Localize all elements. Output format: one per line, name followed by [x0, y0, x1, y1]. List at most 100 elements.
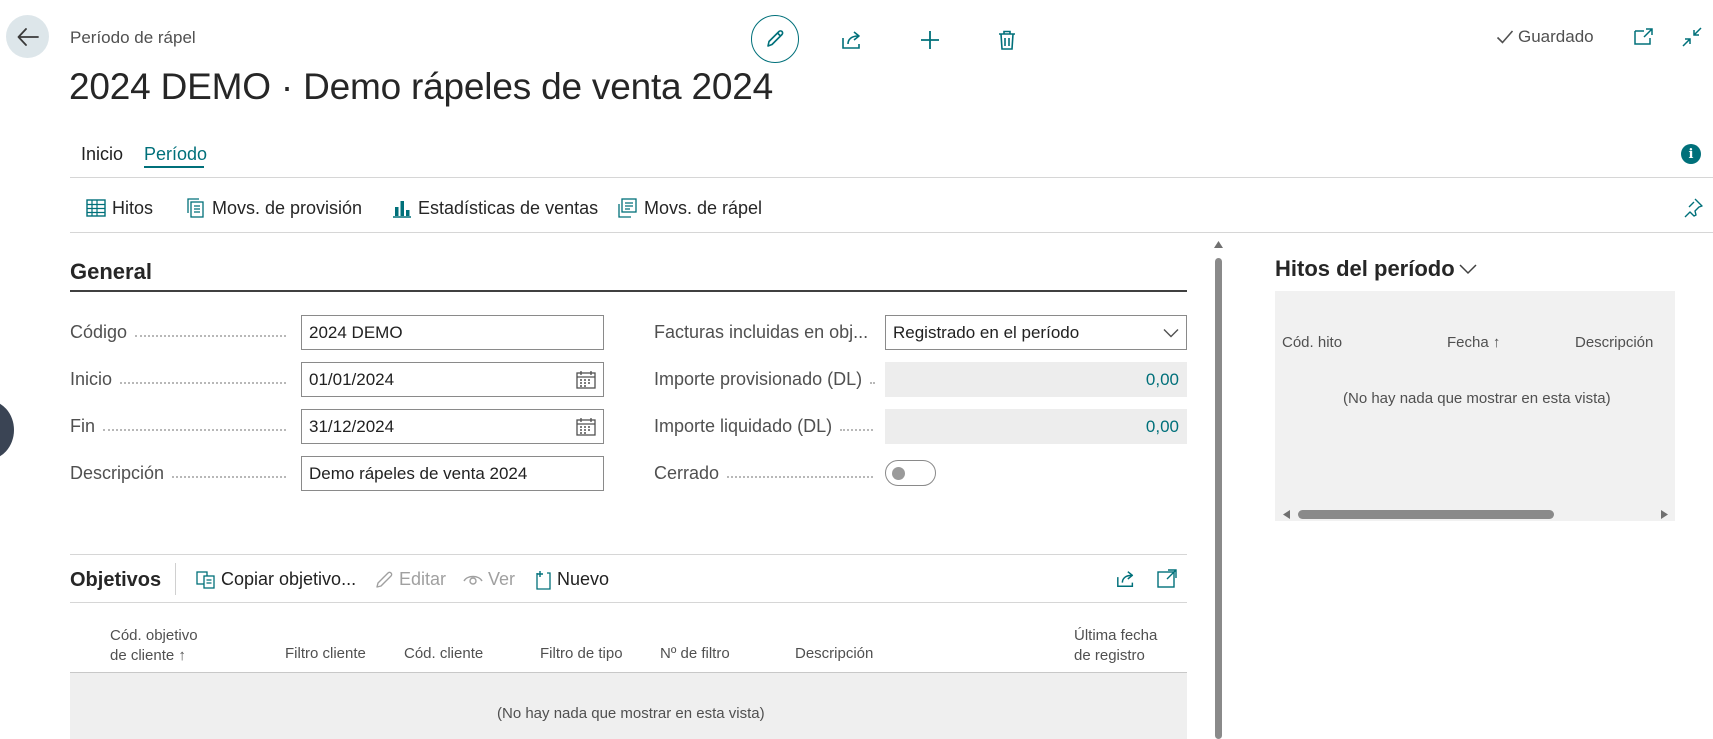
action-label: Movs. de provisión — [212, 197, 363, 218]
expand-icon — [1157, 569, 1177, 589]
field-label-fin: Fin — [70, 416, 294, 437]
factbox-empty-message: (No hay nada que mostrar en esta vista) — [1343, 390, 1611, 407]
field-label-codigo: Código — [70, 322, 294, 343]
field-label-inicio: Inicio — [70, 369, 294, 390]
back-button[interactable] — [6, 15, 49, 58]
share-icon — [840, 29, 864, 51]
chevron-down-icon — [1459, 263, 1477, 275]
objetivos-title: Objetivos — [70, 569, 162, 591]
ledger-entries-icon — [186, 198, 206, 218]
calendar-icon[interactable] — [576, 370, 596, 390]
scroll-right-arrow[interactable] — [1661, 510, 1668, 519]
side-panel-handle — [0, 400, 14, 460]
factbox-column-cod-hito[interactable]: Cód. hito — [1282, 333, 1342, 353]
divider — [70, 602, 1187, 603]
field-label-descripcion: Descripción — [70, 463, 294, 484]
factbox-panel: Cód. hito Fecha ↑ Descripción (No hay na… — [1275, 291, 1675, 521]
field-label-cerrado: Cerrado — [654, 463, 881, 484]
copy-icon — [196, 570, 216, 589]
action-label: Copiar objetivo... — [221, 569, 357, 589]
open-new-window-button[interactable] — [1627, 14, 1661, 60]
empty-message: (No hay nada que mostrar en esta vista) — [497, 705, 765, 722]
trash-icon — [997, 29, 1017, 51]
pin-button[interactable] — [1679, 194, 1707, 222]
action-movs-provision[interactable]: Movs. de provisión — [186, 196, 362, 220]
copiar-objetivo-button[interactable]: Copiar objetivo... — [196, 569, 356, 590]
active-tab-indicator — [144, 166, 204, 168]
ver-button[interactable]: Ver — [463, 569, 515, 590]
inicio-date-field[interactable]: 01/01/2024 — [301, 362, 604, 397]
divider — [70, 232, 1713, 233]
scroll-left-arrow[interactable] — [1283, 510, 1290, 519]
codigo-field[interactable]: 2024 DEMO — [301, 315, 604, 350]
factbox-title[interactable]: Hitos del período — [1275, 256, 1477, 282]
objetivos-grid-body: (No hay nada que mostrar en esta vista) — [70, 673, 1187, 739]
divider — [70, 177, 1713, 178]
action-movs-rapel[interactable]: Movs. de rápel — [618, 196, 762, 220]
column-header-ultima-fecha[interactable]: Última fecha de registro — [1074, 626, 1157, 666]
arrow-left-icon — [17, 27, 39, 46]
table-icon — [86, 199, 106, 217]
action-label: Movs. de rápel — [644, 197, 763, 218]
action-hitos[interactable]: Hitos — [86, 196, 153, 220]
pencil-icon — [374, 570, 394, 590]
column-header-n-filtro[interactable]: Nº de filtro — [660, 644, 730, 664]
vertical-scrollbar[interactable] — [1215, 258, 1222, 739]
action-estadisticas-ventas[interactable]: Estadísticas de ventas — [392, 196, 598, 220]
share-list-button[interactable] — [1112, 565, 1140, 593]
divider — [70, 554, 1187, 555]
action-label: Hitos — [112, 197, 154, 218]
entries-icon — [618, 198, 638, 218]
factbox-column-descripcion[interactable]: Descripción — [1575, 333, 1653, 353]
column-header-filtro-cliente[interactable]: Filtro cliente — [285, 644, 366, 664]
chevron-down-icon — [1163, 328, 1179, 338]
tab-periodo[interactable]: Período — [144, 144, 207, 165]
action-label: Editar — [399, 569, 447, 589]
column-header-filtro-tipo[interactable]: Filtro de tipo — [540, 644, 623, 664]
expand-list-button[interactable] — [1153, 565, 1181, 593]
descripcion-field[interactable]: Demo rápeles de venta 2024 — [301, 456, 604, 491]
fin-date-field[interactable]: 31/12/2024 — [301, 409, 604, 444]
action-label: Estadísticas de ventas — [418, 197, 599, 218]
section-title-general: General — [70, 259, 152, 284]
collapse-button[interactable] — [1675, 14, 1709, 60]
separator — [175, 563, 176, 595]
pencil-icon — [764, 28, 786, 50]
factbox-column-fecha[interactable]: Fecha ↑ — [1447, 333, 1500, 353]
delete-button[interactable] — [983, 17, 1031, 63]
statistics-icon — [392, 198, 412, 218]
eye-icon — [463, 573, 483, 587]
facturas-incluidas-select[interactable]: Registrado en el período — [885, 315, 1187, 350]
column-header-cod-cliente[interactable]: Cód. cliente — [404, 644, 483, 664]
nuevo-button[interactable]: Nuevo — [534, 569, 609, 590]
toggle-knob — [892, 467, 905, 480]
page-title: 2024 DEMO · Demo rápeles de venta 2024 — [69, 66, 774, 107]
calendar-icon[interactable] — [576, 417, 596, 437]
new-record-button[interactable] — [906, 17, 954, 63]
cerrado-toggle[interactable] — [885, 460, 936, 486]
checkmark-icon — [1496, 29, 1514, 45]
editar-button[interactable]: Editar — [374, 569, 446, 590]
info-icon[interactable]: i — [1681, 144, 1701, 164]
field-label-importe-provisionado: Importe provisionado (DL) — [654, 369, 881, 390]
pin-icon — [1683, 198, 1703, 218]
field-label-facturas-incluidas: Facturas incluidas en obj... — [654, 322, 869, 342]
edit-button[interactable] — [751, 15, 799, 63]
action-label: Nuevo — [557, 569, 610, 589]
column-header-cod-objetivo[interactable]: Cód. objetivo de cliente ↑ — [110, 626, 198, 666]
scroll-up-arrow[interactable] — [1214, 241, 1223, 248]
importe-liquidado-field[interactable]: 0,00 — [885, 409, 1187, 444]
horizontal-scrollbar[interactable] — [1298, 510, 1554, 519]
section-rule — [70, 290, 1187, 292]
tab-inicio[interactable]: Inicio — [81, 144, 123, 165]
importe-provisionado-field[interactable]: 0,00 — [885, 362, 1187, 397]
share-button[interactable] — [828, 17, 876, 63]
new-document-icon — [534, 570, 552, 590]
collapse-arrows-icon — [1682, 27, 1702, 47]
page-caption: Período de rápel — [70, 28, 196, 47]
save-status: Guardado — [1496, 27, 1594, 47]
field-label-importe-liquidado: Importe liquidado (DL) — [654, 416, 881, 437]
save-status-label: Guardado — [1518, 27, 1594, 46]
column-header-descripcion[interactable]: Descripción — [795, 644, 873, 664]
plus-icon — [919, 29, 941, 51]
